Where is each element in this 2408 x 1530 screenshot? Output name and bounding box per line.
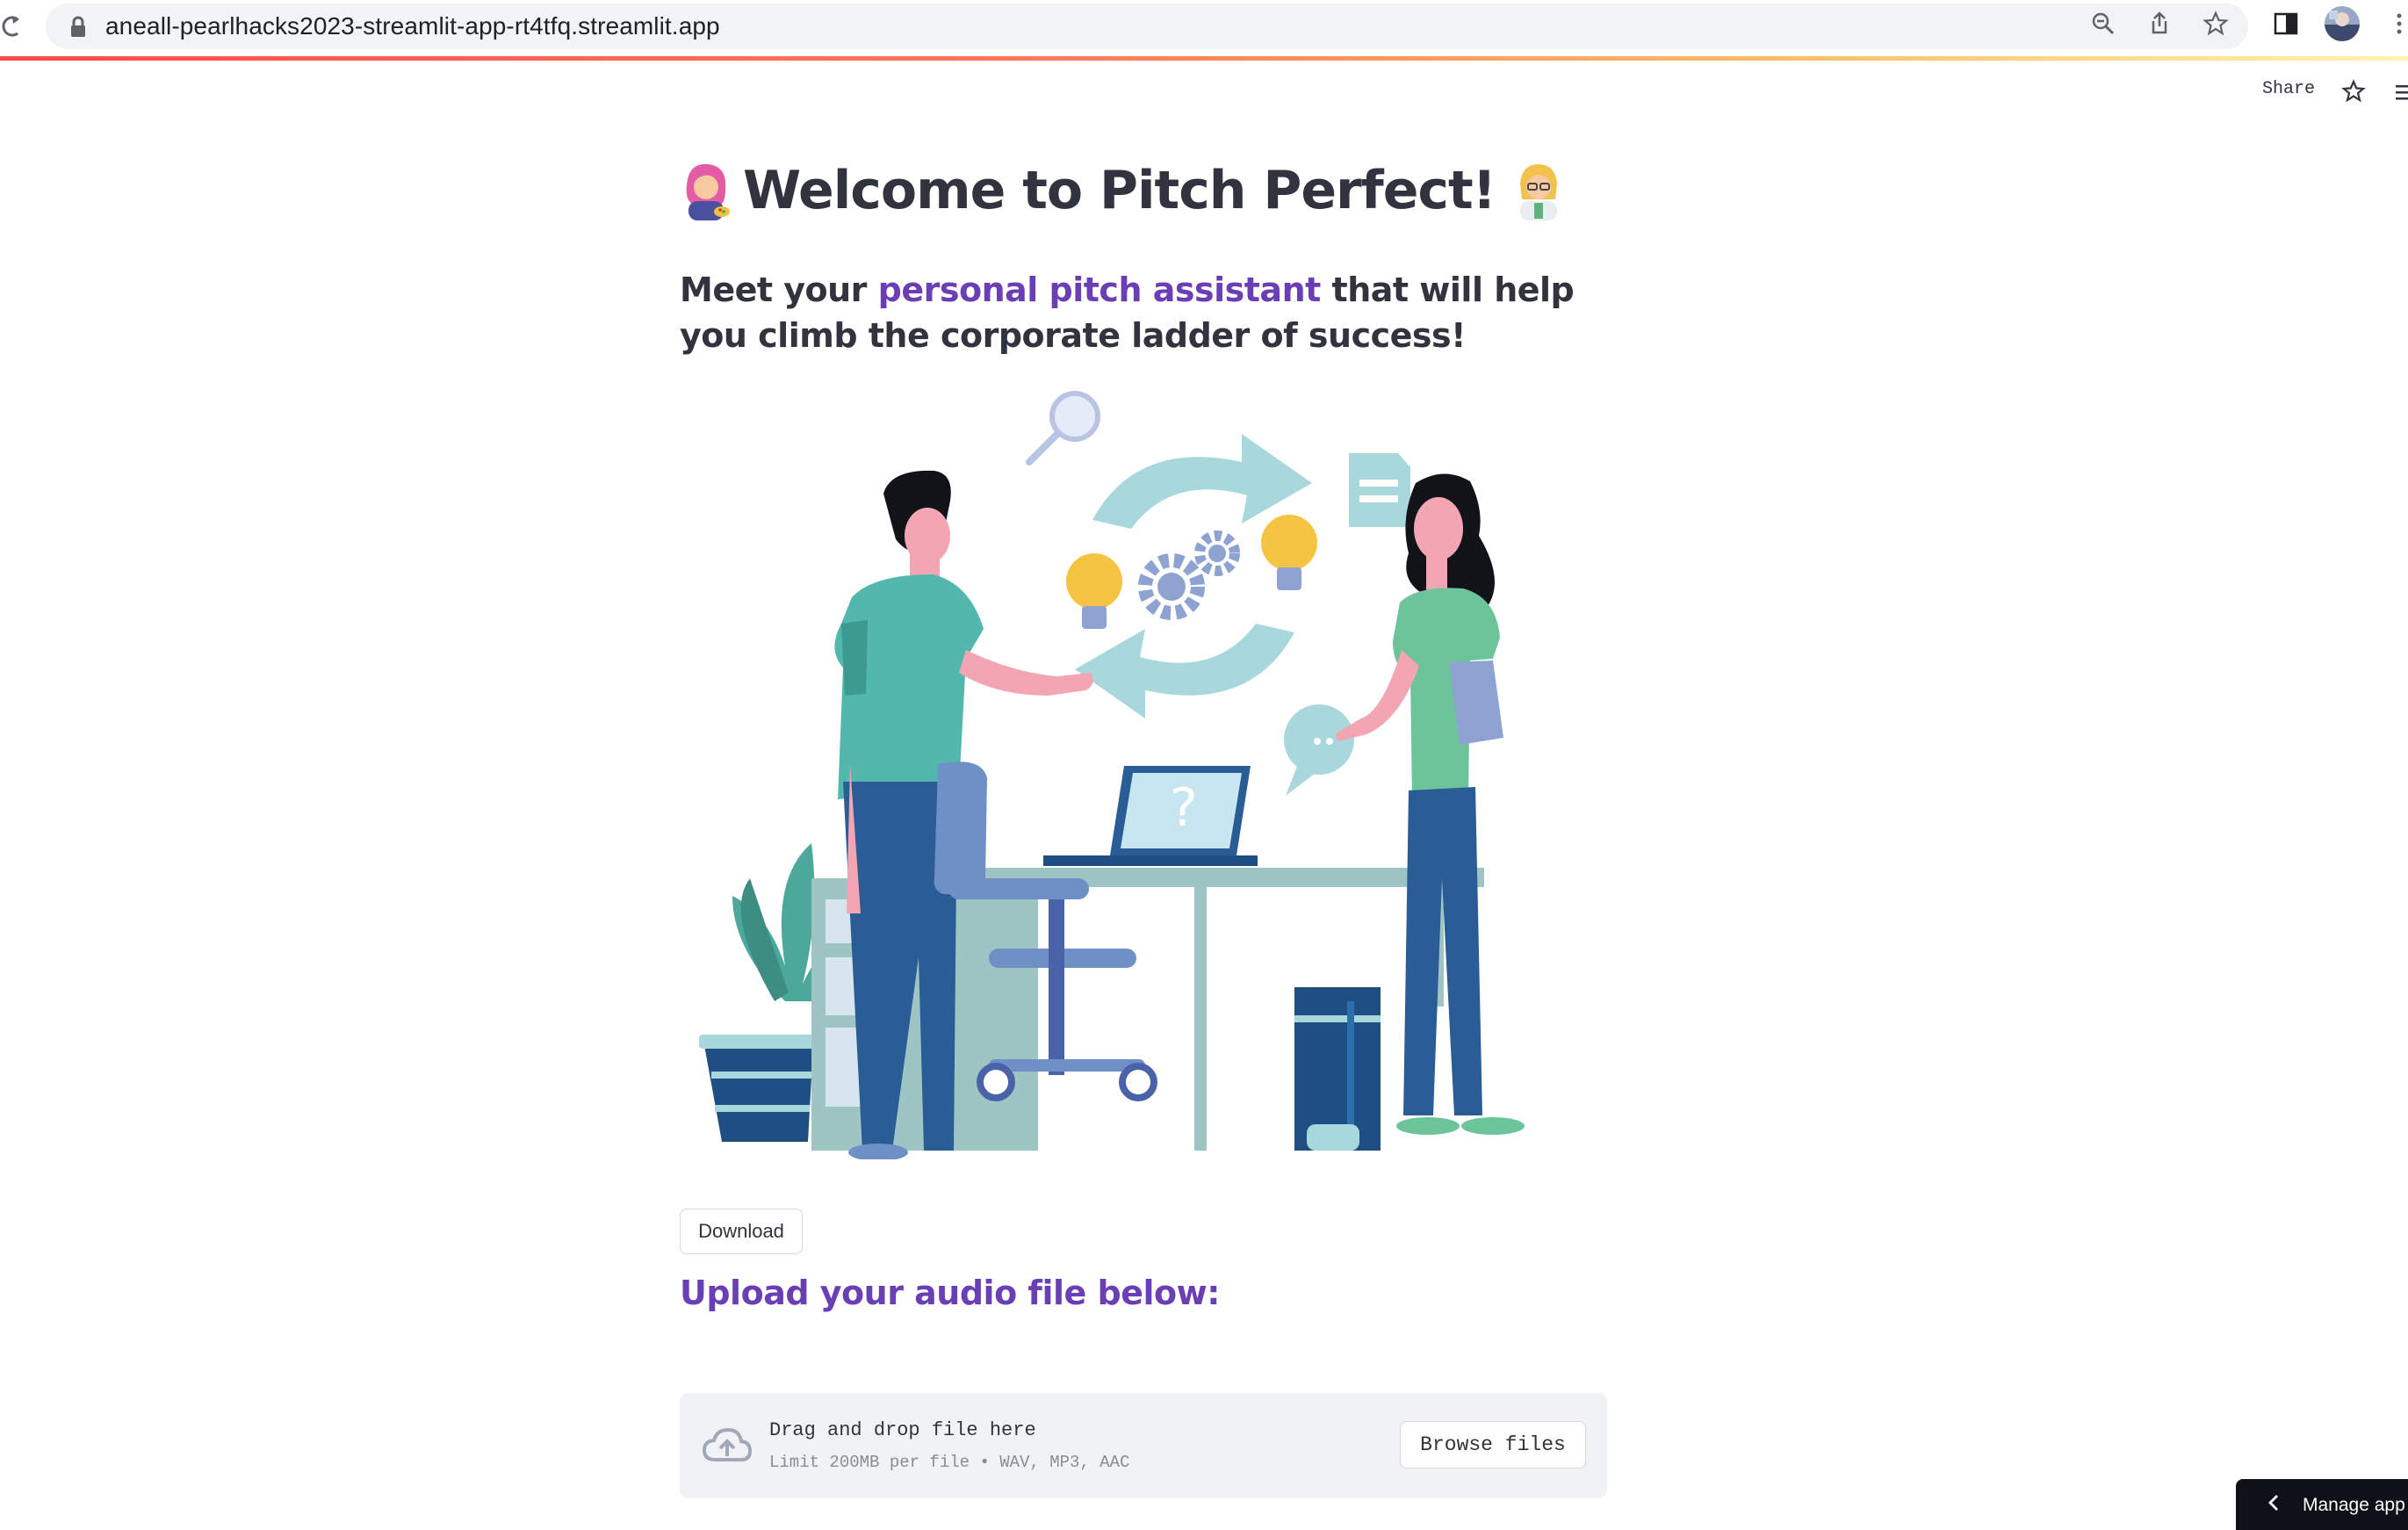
share-icon[interactable]	[2146, 11, 2173, 37]
dropzone-limit: Limit 200MB per file • WAV, MP3, AAC	[769, 1453, 1130, 1472]
profile-avatar[interactable]	[2324, 5, 2361, 42]
cloud-upload-icon	[701, 1423, 753, 1467]
dropzone-title: Drag and drop file here	[769, 1419, 1036, 1441]
lock-icon[interactable]	[68, 16, 88, 39]
page-title: Welcome to Pitch Perfect!	[680, 149, 1607, 232]
woman-scientist-emoji	[1511, 159, 1566, 222]
page-subtitle: Meet your personal pitch assistant that …	[680, 267, 1607, 358]
main-content: Welcome to Pitch Perfect! Meet your pers…	[680, 149, 1607, 1498]
hamburger-menu-icon[interactable]	[2394, 83, 2408, 102]
download-button[interactable]: Download	[680, 1209, 803, 1254]
chevron-left-icon	[2267, 1493, 2280, 1512]
url-text[interactable]: aneall-pearlhacks2023-streamlit-app-rt4t…	[105, 4, 720, 49]
svg-text:?: ?	[1170, 777, 1198, 839]
browser-toolbar: aneall-pearlhacks2023-streamlit-app-rt4t…	[0, 0, 2408, 61]
share-button[interactable]: Share	[2262, 79, 2315, 99]
subtitle-accent: personal pitch assistant	[877, 271, 1322, 309]
bookmark-star-icon[interactable]	[2203, 11, 2229, 37]
address-bar[interactable]: aneall-pearlhacks2023-streamlit-app-rt4t…	[46, 4, 2248, 49]
zoom-icon[interactable]	[2090, 11, 2116, 37]
woman-artist-emoji	[680, 159, 734, 222]
browse-files-button[interactable]: Browse files	[1400, 1421, 1586, 1469]
two-people-collaborating-illustration: ?	[680, 386, 1607, 1161]
manage-app-label: Manage app	[2303, 1495, 2405, 1515]
file-dropzone[interactable]: Drag and drop file here Limit 200MB per …	[680, 1393, 1607, 1498]
browser-menu-icon[interactable]	[2390, 11, 2408, 37]
page-title-text: Welcome to Pitch Perfect!	[743, 160, 1496, 221]
loading-bar	[0, 56, 2408, 61]
upload-heading: Upload your audio file below:	[680, 1274, 1220, 1312]
side-panel-icon[interactable]	[2273, 11, 2299, 37]
star-icon[interactable]	[2341, 79, 2366, 104]
subtitle-text-start: Meet your	[680, 271, 878, 309]
manage-app-button[interactable]: Manage app	[2236, 1479, 2408, 1530]
reload-icon[interactable]	[0, 11, 21, 42]
